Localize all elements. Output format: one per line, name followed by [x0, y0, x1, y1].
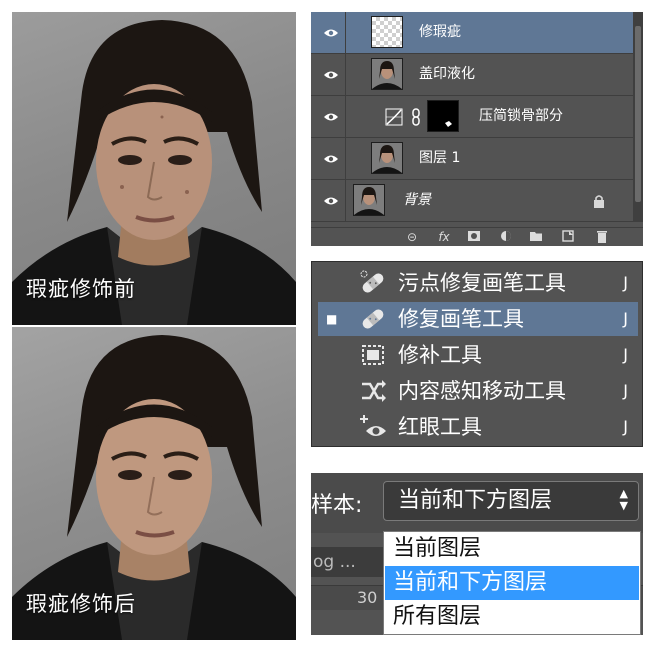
tool-shortcut: J	[623, 345, 628, 364]
layers-scrollbar[interactable]	[633, 12, 643, 222]
visibility-eye-icon[interactable]	[317, 96, 346, 137]
layer-thumbnail	[371, 142, 403, 174]
visibility-eye-icon[interactable]	[317, 138, 346, 179]
new-group-icon[interactable]	[527, 230, 545, 244]
visibility-eye-icon[interactable]	[317, 12, 346, 53]
layer-thumbnail	[371, 16, 403, 48]
layer-name: 盖印液化	[419, 66, 475, 82]
patch-tool-icon	[358, 341, 388, 369]
current-tool-marker: ■	[326, 312, 338, 326]
layer-name: 图层 1	[419, 150, 461, 166]
tool-red-eye[interactable]: 红眼工具 J	[318, 410, 638, 444]
sample-option-current-layer[interactable]: 当前图层	[385, 532, 639, 566]
fx-icon[interactable]: fx	[435, 230, 453, 244]
sample-option-current-and-below[interactable]: 当前和下方图层	[385, 566, 639, 600]
red-eye-tool-icon	[358, 413, 388, 441]
caption-before: 瑕疵修饰前	[26, 277, 136, 301]
layer-mask-thumbnail[interactable]	[427, 100, 459, 132]
healing-tools-flyout: 污点修复画笔工具 J ■ 修复画笔工具 J 修补工具 J 内容感知移动工具 J …	[311, 261, 643, 447]
ruler-number: 30	[357, 588, 378, 607]
delete-layer-icon[interactable]	[593, 230, 611, 244]
tool-shortcut: J	[623, 417, 628, 436]
tool-label: 污点修复画笔工具	[398, 271, 566, 295]
options-bar: 样本: 当前和下方图层 ▲ ▼	[311, 473, 643, 533]
lock-icon	[593, 193, 605, 212]
sample-options-area: 样本: 当前和下方图层 ▲ ▼ og ... 30 当前图层 当前和下方图层 所有…	[311, 473, 643, 635]
tool-label: 红眼工具	[398, 415, 482, 439]
tool-spot-healing-brush[interactable]: 污点修复画笔工具 J	[318, 266, 638, 300]
layer-row-layer-1[interactable]: 图层 1	[311, 138, 633, 180]
photo-before: 瑕疵修饰前	[12, 12, 296, 325]
layer-name: 背景	[403, 192, 431, 208]
layers-scroll-thumb[interactable]	[635, 26, 641, 202]
tool-shortcut: J	[623, 309, 628, 328]
healing-brush-icon	[358, 305, 388, 333]
layer-row-background[interactable]: 背景	[311, 180, 633, 222]
tool-patch[interactable]: 修补工具 J	[318, 338, 638, 372]
curves-adjustment-icon	[385, 108, 403, 130]
select-arrows-icon: ▲ ▼	[619, 487, 628, 512]
tool-label: 内容感知移动工具	[398, 379, 566, 403]
document-tab[interactable]: og ...	[311, 547, 383, 577]
sample-select[interactable]: 当前和下方图层 ▲ ▼	[383, 481, 639, 521]
layer-thumbnail	[371, 58, 403, 90]
new-layer-icon[interactable]	[559, 230, 577, 244]
layer-row-collarbone[interactable]: 压简锁骨部分	[311, 96, 633, 138]
tool-label: 修补工具	[398, 343, 482, 367]
adjustment-layer-icon[interactable]	[497, 230, 515, 244]
tool-shortcut: J	[623, 381, 628, 400]
layers-panel: 修瑕疵 盖印液化 压简锁骨部分 图层 1 背景 ⊝ fx	[311, 12, 643, 246]
layer-row-heal[interactable]: 修瑕疵	[311, 12, 633, 54]
tool-shortcut: J	[623, 273, 628, 292]
layers-toolbar: ⊝ fx	[311, 227, 643, 246]
tool-label: 修复画笔工具	[398, 307, 524, 331]
sample-label: 样本:	[311, 493, 363, 518]
add-mask-icon[interactable]	[465, 230, 483, 244]
layer-row-stamp-liquify[interactable]: 盖印液化	[311, 54, 633, 96]
sample-dropdown-list: 当前图层 当前和下方图层 所有图层	[383, 531, 641, 635]
link-layers-icon[interactable]: ⊝	[403, 230, 421, 244]
layer-name: 修瑕疵	[419, 24, 461, 40]
layer-name: 压简锁骨部分	[479, 108, 563, 124]
photo-after: 瑕疵修饰后	[12, 327, 296, 640]
sample-select-value: 当前和下方图层	[398, 488, 553, 513]
sample-option-all-layers[interactable]: 所有图层	[385, 600, 639, 634]
layer-thumbnail	[353, 184, 385, 216]
chain-link-icon[interactable]	[411, 108, 421, 130]
content-aware-move-icon	[358, 377, 388, 405]
caption-after: 瑕疵修饰后	[26, 592, 136, 616]
visibility-eye-icon[interactable]	[317, 54, 346, 95]
spot-healing-brush-icon	[358, 269, 388, 297]
tool-content-aware-move[interactable]: 内容感知移动工具 J	[318, 374, 638, 408]
visibility-eye-icon[interactable]	[317, 180, 346, 221]
tool-healing-brush[interactable]: ■ 修复画笔工具 J	[318, 302, 638, 336]
